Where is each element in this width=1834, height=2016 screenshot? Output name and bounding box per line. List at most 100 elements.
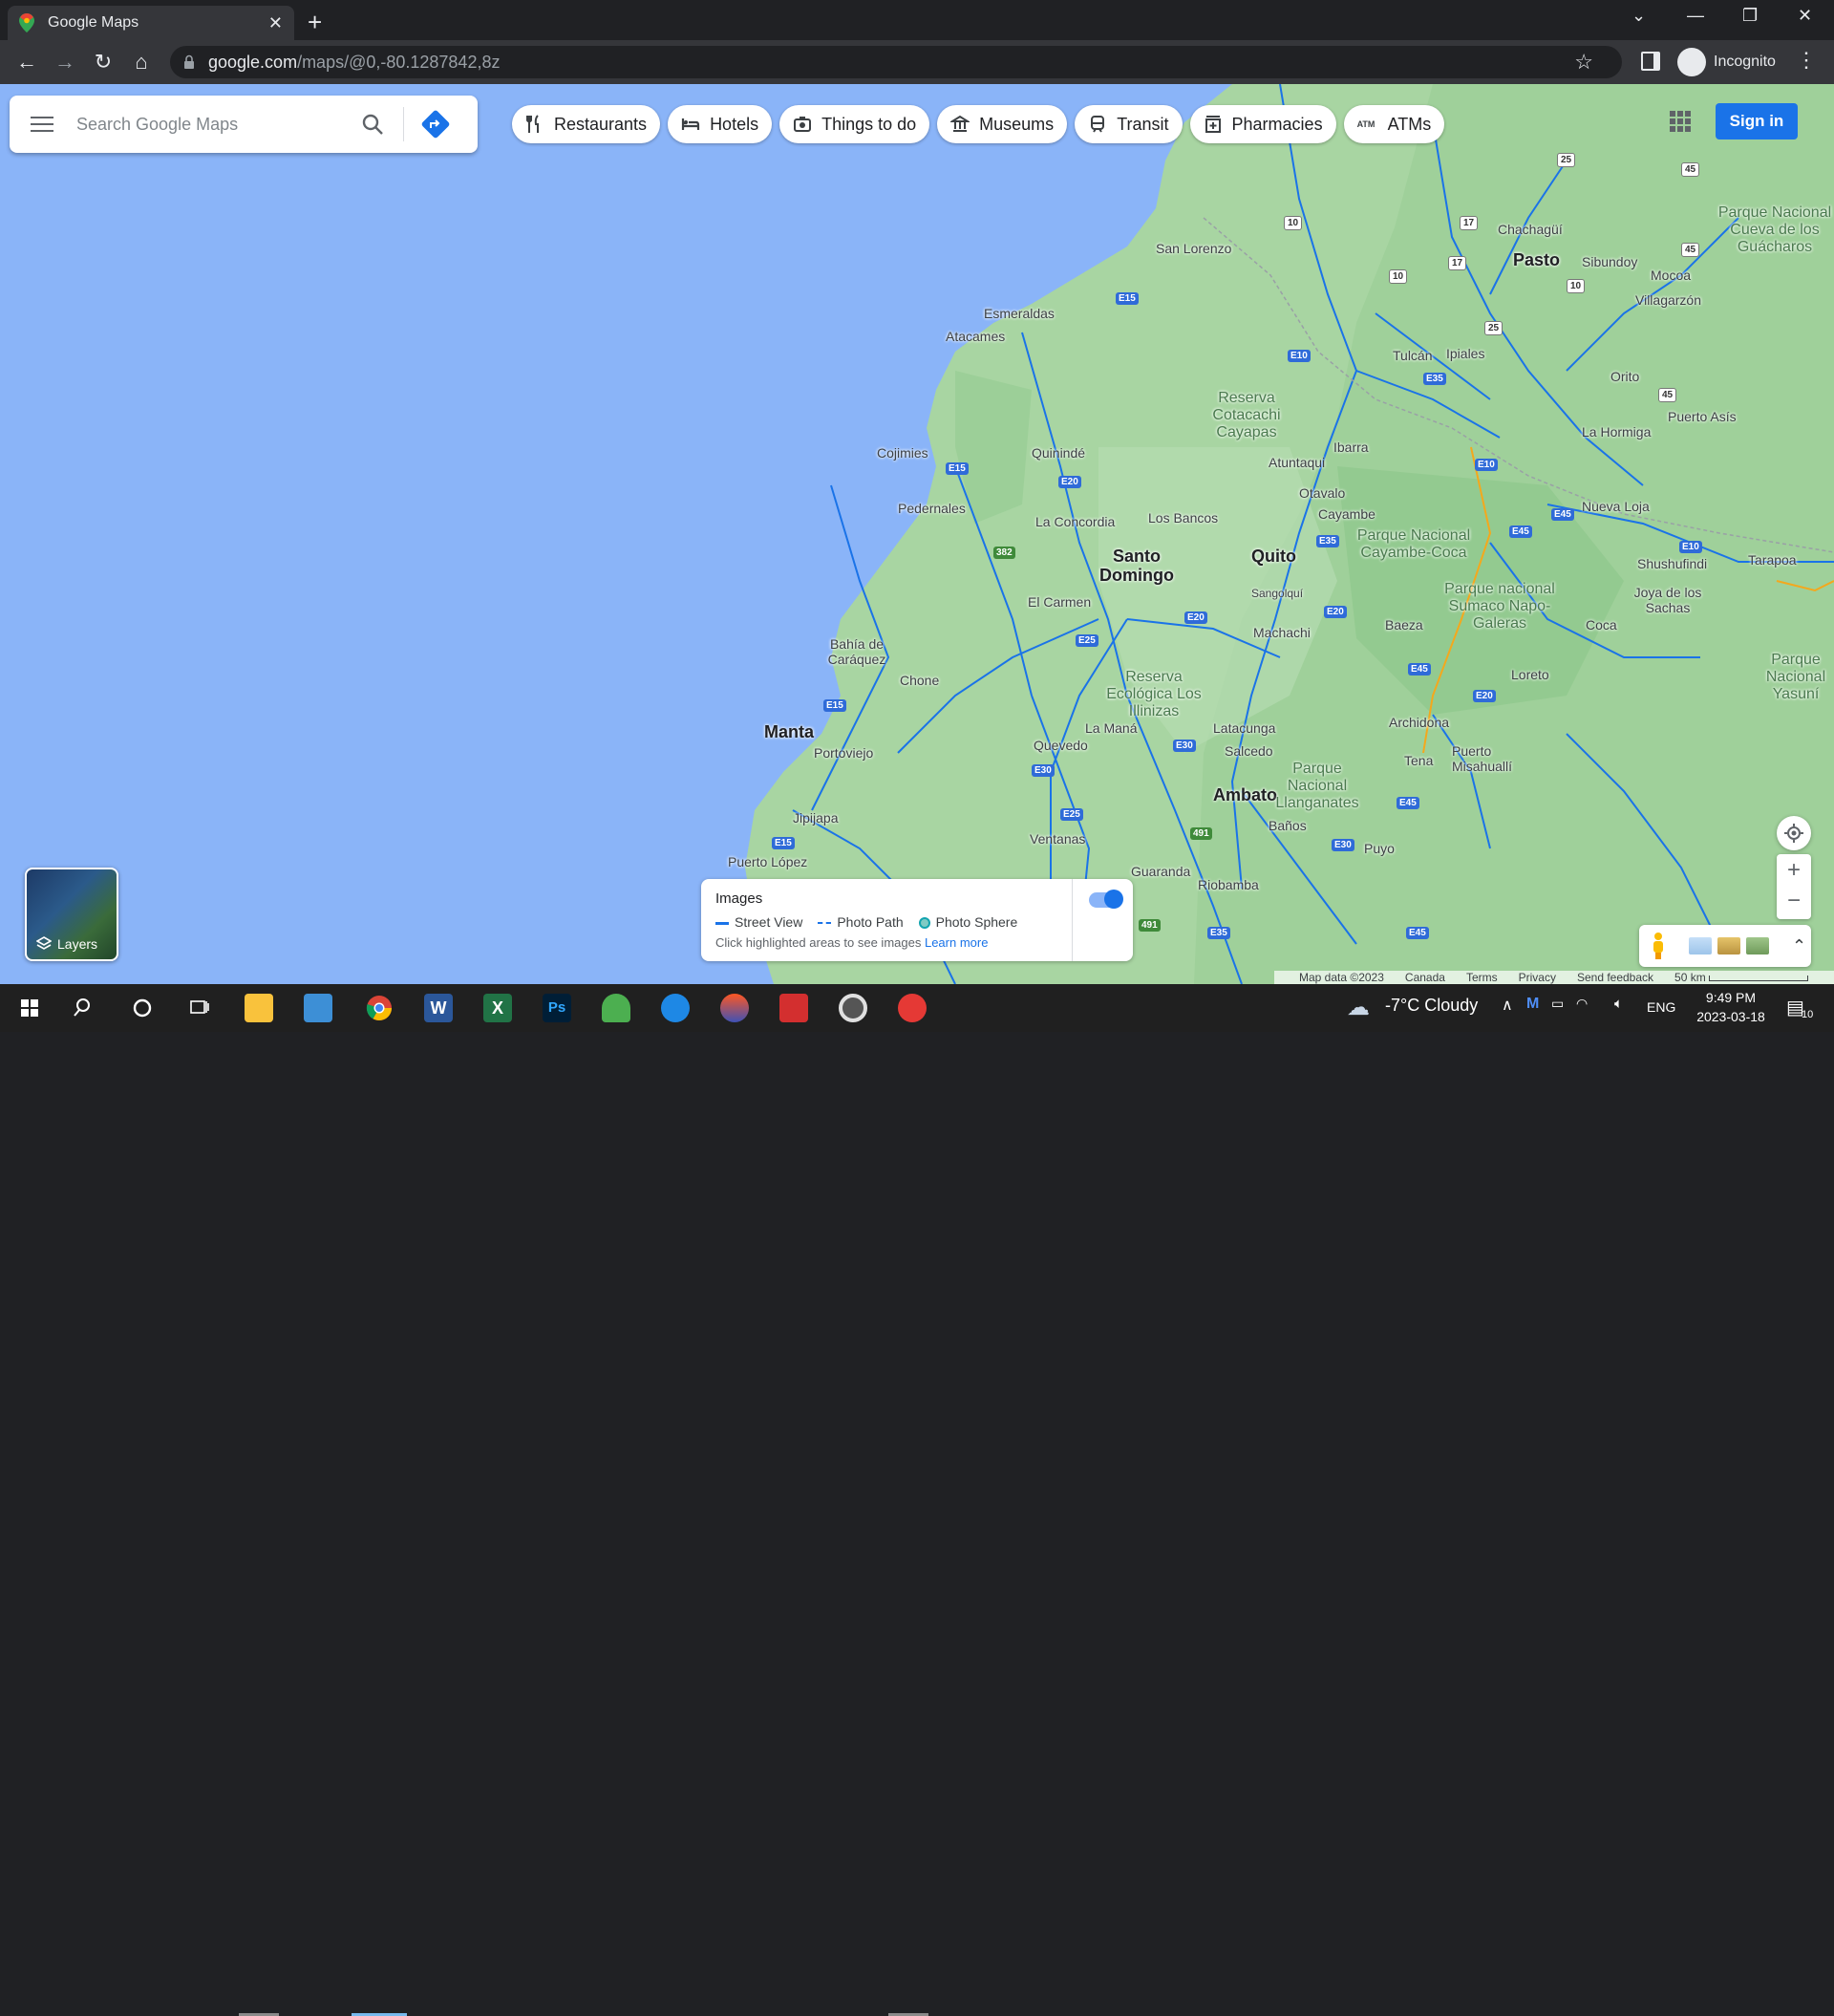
privacy-link[interactable]: Privacy xyxy=(1519,971,1556,984)
place-label[interactable]: Riobamba xyxy=(1198,877,1259,892)
search-icon[interactable] xyxy=(71,994,99,1022)
back-button[interactable]: ← xyxy=(13,50,40,75)
close-tab-icon[interactable]: ✕ xyxy=(268,13,283,33)
place-label[interactable]: Puerto Asís xyxy=(1668,409,1737,424)
volume-icon[interactable]: 🔈︎ xyxy=(1614,996,1623,1012)
place-label[interactable]: Latacunga xyxy=(1213,720,1275,736)
chip-restaurants[interactable]: Restaurants xyxy=(512,105,661,143)
scale-bar[interactable]: 50 km xyxy=(1674,971,1809,984)
search-input[interactable] xyxy=(75,113,352,136)
chip-museums[interactable]: Museums xyxy=(937,105,1068,143)
place-label[interactable]: Puerto López xyxy=(728,854,807,869)
address-bar[interactable]: google.com/maps/@0,-80.1287842,8z ☆ xyxy=(170,46,1622,78)
terms-link[interactable]: Terms xyxy=(1466,971,1498,984)
place-label[interactable]: Quito xyxy=(1251,547,1296,567)
place-label[interactable]: Manta xyxy=(764,722,814,742)
chip-atms[interactable]: ATM ATMs xyxy=(1343,105,1445,143)
place-label[interactable]: La Hormiga xyxy=(1582,424,1651,440)
language-indicator[interactable]: ENG xyxy=(1647,999,1675,1015)
place-label[interactable]: Jipijapa xyxy=(793,810,838,826)
photoshop-icon[interactable]: Ps xyxy=(543,994,571,1022)
place-label[interactable]: Loreto xyxy=(1511,667,1549,682)
file-explorer-icon[interactable] xyxy=(245,994,273,1022)
place-label[interactable]: Ipiales xyxy=(1446,346,1484,361)
zoom-in-button[interactable]: + xyxy=(1777,854,1811,887)
home-button[interactable]: ⌂ xyxy=(128,50,155,75)
layers-button[interactable]: Layers xyxy=(25,868,118,961)
excel-icon[interactable]: X xyxy=(483,994,512,1022)
google-apps-icon[interactable] xyxy=(1670,111,1691,132)
place-label[interactable]: Baños xyxy=(1269,818,1307,833)
place-label[interactable]: Mocoa xyxy=(1651,268,1691,283)
pegman-icon[interactable] xyxy=(1649,932,1668,960)
feedback-link[interactable]: Send feedback xyxy=(1577,971,1653,984)
chip-pharmacies[interactable]: Pharmacies xyxy=(1189,105,1336,143)
place-label[interactable]: Atuntaqui xyxy=(1269,455,1325,470)
place-label[interactable]: Sangolquí xyxy=(1251,587,1303,600)
zoom-out-button[interactable]: − xyxy=(1777,887,1811,919)
app-stack-icon[interactable] xyxy=(720,994,749,1022)
clock-time[interactable]: 9:49 PM xyxy=(1702,990,1759,1005)
place-label[interactable]: Atacames xyxy=(946,329,1005,344)
directions-icon[interactable] xyxy=(421,110,450,139)
park-label[interactable]: Parque Nacional Llanganates xyxy=(1265,761,1370,812)
images-toggle[interactable] xyxy=(1089,890,1123,909)
weather-text[interactable]: -7°C Cloudy xyxy=(1385,996,1478,1016)
browser-menu-icon[interactable]: ⋮ xyxy=(1796,48,1817,73)
place-label[interactable]: La Maná xyxy=(1085,720,1137,736)
forward-button[interactable]: → xyxy=(52,50,78,75)
battery-icon[interactable]: ▭ xyxy=(1551,996,1564,1012)
word-icon[interactable]: W xyxy=(424,994,453,1022)
place-label[interactable]: Esmeraldas xyxy=(984,306,1055,321)
browser-tab[interactable]: Google Maps ✕ xyxy=(8,6,294,40)
wifi-icon[interactable]: ◠ xyxy=(1576,996,1588,1012)
place-label[interactable]: La Concordia xyxy=(1035,514,1115,529)
chrome-icon[interactable] xyxy=(365,994,394,1022)
place-label[interactable]: Quevedo xyxy=(1034,738,1088,753)
place-label[interactable]: Portoviejo xyxy=(814,745,873,761)
place-label[interactable]: Puerto Misahuallí xyxy=(1452,743,1538,774)
place-label[interactable]: Nueva Loja xyxy=(1582,499,1650,514)
learn-more-link[interactable]: Learn more xyxy=(925,935,988,950)
clock-date[interactable]: 2023-03-18 xyxy=(1691,1009,1771,1024)
place-label[interactable]: Shushufindi xyxy=(1637,556,1707,571)
place-label[interactable]: Orito xyxy=(1610,369,1639,384)
place-label[interactable]: Tarapoa xyxy=(1748,552,1797,568)
map-terrain[interactable] xyxy=(0,84,1834,984)
place-label[interactable]: Coca xyxy=(1586,617,1617,633)
park-label[interactable]: Parque nacional Sumaco Napo-Galeras xyxy=(1442,581,1557,633)
place-label[interactable]: Baeza xyxy=(1385,617,1423,633)
place-label[interactable]: Guaranda xyxy=(1131,864,1190,879)
place-label[interactable]: Archidona xyxy=(1389,715,1449,730)
place-label[interactable]: San Lorenzo xyxy=(1156,241,1231,256)
place-label[interactable]: Machachi xyxy=(1253,625,1311,640)
place-label[interactable]: Cojimies xyxy=(877,445,928,461)
place-label[interactable]: Chone xyxy=(900,673,939,688)
expand-chevron-icon[interactable]: ⌃ xyxy=(1792,936,1806,956)
chip-transit[interactable]: Transit xyxy=(1075,105,1183,143)
place-label[interactable]: Santo Domingo xyxy=(1089,547,1184,585)
tray-app-icon[interactable]: M xyxy=(1526,996,1539,1013)
park-label[interactable]: Reserva Cotacachi Cayapas xyxy=(1194,390,1299,441)
hamburger-menu-icon[interactable] xyxy=(31,112,53,137)
place-label[interactable]: Joya de los Sachas xyxy=(1630,585,1706,615)
app-red-icon[interactable] xyxy=(779,994,808,1022)
place-label[interactable]: Pedernales xyxy=(898,501,966,516)
imagery-thumb[interactable] xyxy=(1689,937,1712,954)
place-label[interactable]: Puyo xyxy=(1364,841,1395,856)
windows-start-icon[interactable] xyxy=(15,994,44,1022)
app-android-icon[interactable] xyxy=(602,994,630,1022)
app-flash-icon[interactable] xyxy=(898,994,927,1022)
place-label[interactable]: Quinindé xyxy=(1032,445,1085,461)
place-label[interactable]: Bahía de Caráquez xyxy=(823,636,890,667)
place-label[interactable]: Ibarra xyxy=(1333,440,1369,455)
imagery-thumb[interactable] xyxy=(1717,937,1740,954)
park-label[interactable]: Parque Nacional Cueva de los Guácharos xyxy=(1717,204,1832,256)
incognito-profile[interactable]: Incognito xyxy=(1677,48,1776,76)
place-label[interactable]: Tulcán xyxy=(1393,348,1433,363)
map-canvas[interactable]: Quito Santo Domingo Manta Ambato Pasto E… xyxy=(0,84,1834,984)
place-label[interactable]: Sibundoy xyxy=(1582,254,1637,269)
place-label[interactable]: El Carmen xyxy=(1028,594,1091,610)
restore-button[interactable]: ❐ xyxy=(1742,6,1758,26)
imagery-thumb[interactable] xyxy=(1746,937,1769,954)
